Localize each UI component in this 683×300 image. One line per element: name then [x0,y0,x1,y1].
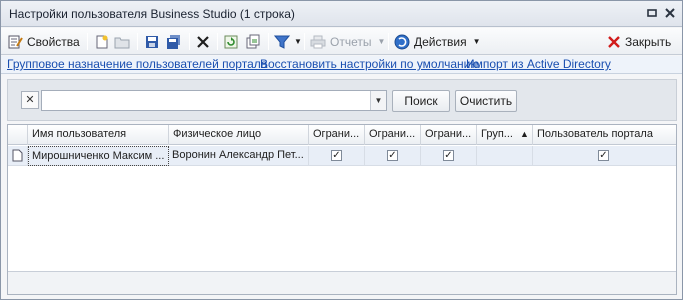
properties-icon [7,34,23,50]
open-folder-button[interactable] [114,31,130,52]
search-input[interactable]: ▼ [41,90,387,111]
users-grid: Имя пользователя Физическое лицо Ограни.… [7,124,677,295]
toolbar-separator [217,33,218,50]
toolbar-separator [137,33,138,50]
import-ad-link[interactable]: Импорт из Active Directory [466,57,611,71]
person-cell[interactable]: Воронин Александр Пет... [169,146,309,166]
column-header[interactable]: Имя пользователя [28,125,169,145]
printer-icon [310,34,326,50]
column-header[interactable]: Пользователь портала [533,125,676,145]
settings-window: Настройки пользователя Business Studio (… [0,0,683,300]
close-window-icon[interactable] [663,7,677,21]
toolbar-separator [304,33,305,50]
close-x-icon [606,34,622,50]
clear-button[interactable]: Очистить [455,90,517,112]
toolbar-separator [268,33,269,50]
column-header[interactable]: Груп... ▲ [477,125,533,145]
folder-icon [114,34,130,50]
new-button[interactable] [94,31,110,52]
search-dropdown-button[interactable]: ▼ [370,91,386,110]
delete-x-icon [195,34,211,50]
title-bar: Настройки пользователя Business Studio (… [1,1,682,27]
filter-funnel-icon [273,34,291,50]
chevron-down-icon: ▼ [377,37,386,46]
checkbox-checked[interactable]: ✓ [598,150,609,161]
restore-defaults-link[interactable]: Восстановить настройки по умолчанию [260,57,479,71]
grid-header: Имя пользователя Физическое лицо Ограни.… [8,125,676,145]
actions-globe-icon [394,34,410,50]
reports-label: Отчеты [330,34,372,49]
search-button[interactable]: Поиск [392,90,450,112]
column-header[interactable]: Ограни... [309,125,365,145]
properties-button[interactable]: Свойства [7,31,80,52]
row-indicator-header [8,125,28,145]
pin-icon[interactable] [645,7,659,21]
restriction-cell[interactable]: ✓ [421,146,477,166]
close-label: Закрыть [625,34,672,49]
close-button[interactable]: Закрыть [606,31,671,52]
grid-footer [8,271,676,294]
row-document-icon [8,146,28,166]
refresh-icon [223,34,239,50]
restriction-cell[interactable]: ✓ [309,146,365,166]
table-row[interactable]: Мирошниченко Максим ... Воронин Александ… [8,146,676,166]
reports-button[interactable]: Отчеты ▼ [310,31,385,52]
toolbar-separator [189,33,190,50]
new-document-icon [94,34,110,50]
restriction-cell[interactable]: ✓ [365,146,421,166]
checkbox-checked[interactable]: ✓ [331,150,342,161]
save-button[interactable] [144,31,160,52]
column-header[interactable]: Ограни... [421,125,477,145]
link-bar: Групповое назначение пользователей порта… [1,56,682,74]
group-assign-link[interactable]: Групповое назначение пользователей порта… [7,57,267,71]
copy-button[interactable] [245,31,261,52]
filter-button[interactable]: ▼ [273,31,302,52]
portal-user-cell[interactable]: ✓ [533,146,676,166]
group-column-label: Груп... [481,128,513,140]
window-title: Настройки пользователя Business Studio (… [9,7,295,21]
group-cell[interactable] [477,146,533,166]
clear-filter-icon[interactable]: ✕ [21,91,39,109]
chevron-down-icon: ▼ [472,37,481,46]
properties-label: Свойства [27,34,80,49]
refresh-button[interactable] [223,31,239,52]
copy-icon [245,34,261,50]
user-name-cell[interactable]: Мирошниченко Максим ... [28,146,169,166]
toolbar-separator [388,33,389,50]
toolbar: Свойства ▼ Отчеты ▼ Действия ▼ Закрыть [1,28,682,55]
actions-label: Действия [414,34,467,49]
save-all-icon [166,34,182,50]
actions-button[interactable]: Действия ▼ [394,31,481,52]
filter-bar: ✕ ▼ Поиск Очистить [7,79,677,121]
save-icon [144,34,160,50]
checkbox-checked[interactable]: ✓ [443,150,454,161]
toolbar-separator [87,33,88,50]
delete-button[interactable] [195,31,211,52]
sort-ascending-icon: ▲ [520,129,529,139]
column-header[interactable]: Ограни... [365,125,421,145]
column-header[interactable]: Физическое лицо [169,125,309,145]
chevron-down-icon: ▼ [294,37,302,46]
save-all-button[interactable] [166,31,182,52]
checkbox-checked[interactable]: ✓ [387,150,398,161]
